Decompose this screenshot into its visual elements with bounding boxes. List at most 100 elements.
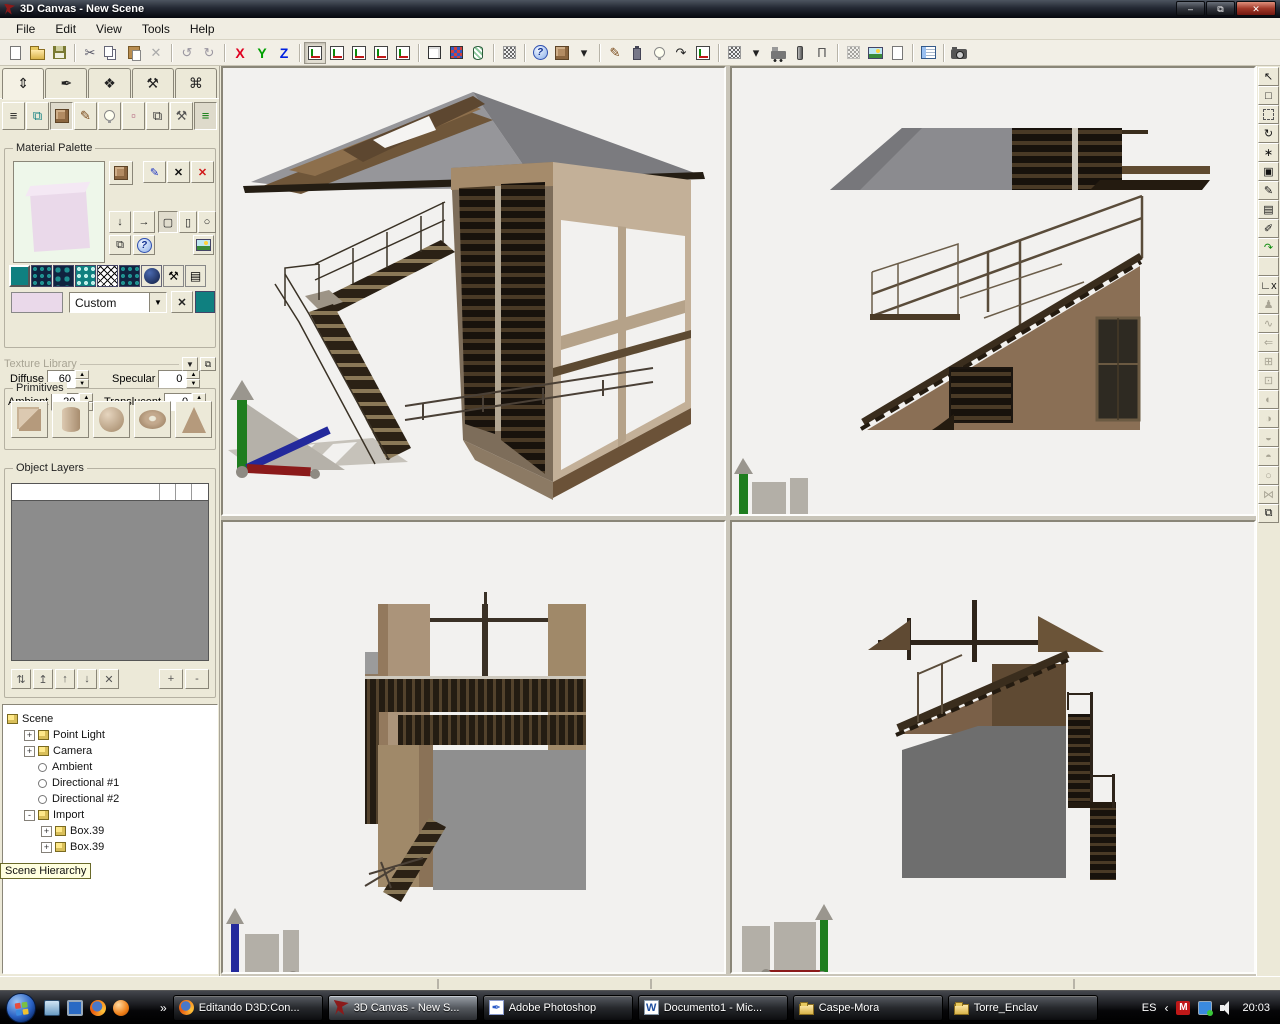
view-axis-front-icon[interactable] [304, 42, 326, 64]
tree-item-scene[interactable]: Scene [5, 711, 215, 727]
apply-material-button[interactable]: ✎ [143, 161, 166, 183]
menu-file[interactable]: File [6, 20, 45, 38]
group-select-tool[interactable]: ⊡ [1258, 371, 1279, 390]
show-desktop-icon[interactable] [44, 1000, 60, 1016]
expand-toggle[interactable]: + [24, 746, 35, 757]
eyedropper-tool[interactable]: ✐ [1258, 219, 1279, 238]
material-help-button[interactable]: ? [133, 235, 155, 255]
snapshot-camera-icon[interactable] [948, 42, 970, 64]
tree-item-box-39[interactable]: +Box.39 [5, 823, 215, 839]
swatch-navy-dots-2[interactable] [119, 265, 140, 287]
tree-item-directional-2[interactable]: Directional #2 [5, 791, 215, 807]
firefox-icon[interactable] [90, 1000, 106, 1016]
delete-preset-button[interactable]: ✕ [171, 291, 193, 313]
light-button[interactable] [98, 102, 121, 130]
expand-toggle[interactable]: + [24, 730, 35, 741]
paint-tool[interactable]: ✎ [1258, 181, 1279, 200]
calculator-icon[interactable] [136, 1000, 152, 1016]
y-axis-icon[interactable]: Y [251, 42, 273, 64]
fill-tool[interactable]: ▤ [1258, 200, 1279, 219]
quick-launch-overflow[interactable]: » [160, 1001, 167, 1015]
swatch-tools[interactable]: ⚒ [163, 265, 184, 287]
network-icon[interactable] [1198, 1001, 1212, 1015]
viewport-front[interactable] [221, 520, 726, 974]
bool-subtract-tool[interactable]: ◒ [1258, 428, 1279, 447]
viewport-right[interactable] [730, 66, 1256, 516]
primitive-torus-button[interactable] [134, 401, 171, 438]
paste-icon[interactable] [123, 42, 145, 64]
object-layers-header[interactable] [11, 483, 209, 501]
delete-layer-button[interactable]: ✕ [99, 669, 119, 689]
tree-item-directional-1[interactable]: Directional #1 [5, 775, 215, 791]
texture-fade-icon[interactable] [842, 42, 864, 64]
z-axis-icon[interactable]: Z [273, 42, 295, 64]
dropdown-arrow-icon[interactable]: ▼ [149, 293, 166, 312]
tree-item-camera[interactable]: +Camera [5, 743, 215, 759]
material-preset-dropdown[interactable]: Custom ▼ [69, 292, 167, 313]
table-view-icon[interactable] [917, 42, 939, 64]
shape-circle-button[interactable]: ○ [198, 211, 216, 233]
paint-brush-button[interactable]: ✎ [74, 102, 97, 130]
viewport-perspective[interactable] [221, 66, 726, 516]
shield-icon[interactable] [113, 1000, 129, 1016]
blank-tool[interactable] [1258, 257, 1279, 276]
curve-tool-icon[interactable]: ↷ [670, 42, 692, 64]
bool-union-tool[interactable]: ◐ [1258, 390, 1279, 409]
textured-cube-icon[interactable] [445, 42, 467, 64]
back-arrow-tool[interactable]: ⇐ [1258, 333, 1279, 352]
light-bulb-icon[interactable] [648, 42, 670, 64]
move-down-button[interactable]: ↓ [77, 669, 97, 689]
swatch-teal-dots[interactable] [75, 265, 96, 287]
shape-rounded-button[interactable]: ▯ [179, 211, 197, 233]
face-select-tool[interactable]: ▣ [1258, 162, 1279, 181]
tree-item-box-39[interactable]: +Box.39 [5, 839, 215, 855]
mcafee-icon[interactable]: M [1176, 1001, 1190, 1015]
tab-hierarchy[interactable]: ⌘ [175, 68, 217, 98]
menu-view[interactable]: View [86, 20, 132, 38]
add-layer-button[interactable]: + [159, 669, 183, 689]
open-file-icon[interactable] [26, 42, 48, 64]
redo-icon[interactable]: ↻ [198, 42, 220, 64]
delete-icon[interactable]: ✕ [145, 42, 167, 64]
rgb-axes-icon[interactable] [692, 42, 714, 64]
menu-edit[interactable]: Edit [45, 20, 86, 38]
cut-icon[interactable]: ✂ [79, 42, 101, 64]
figure-tool[interactable]: ♟ [1258, 295, 1279, 314]
save-file-icon[interactable] [48, 42, 70, 64]
import-layer-button[interactable]: ↥ [33, 669, 53, 689]
clear-material-button[interactable]: ✕ [167, 161, 190, 183]
expand-toggle[interactable]: + [41, 826, 52, 837]
texture-library-dropdown-icon[interactable]: ▼ [182, 357, 198, 371]
bool-exclude-tool[interactable]: ◓ [1258, 447, 1279, 466]
expand-toggle[interactable]: + [41, 842, 52, 853]
copy-icon[interactable] [101, 42, 123, 64]
taskbar-button-2[interactable]: ✒Adobe Photoshop [483, 995, 633, 1021]
column-icon[interactable] [789, 42, 811, 64]
wireframe-cube-icon[interactable] [423, 42, 445, 64]
material-image-button[interactable] [193, 235, 214, 255]
swatch-navy-dots-large[interactable] [53, 265, 74, 287]
specular-spinner[interactable]: 0▲▼ [158, 370, 200, 388]
tray-chevron-icon[interactable]: ‹ [1164, 1001, 1168, 1015]
start-button[interactable] [6, 993, 36, 1023]
swatch-navy-dots[interactable] [31, 265, 52, 287]
bench-icon[interactable]: Π [811, 42, 833, 64]
swatch-globe[interactable] [141, 265, 162, 287]
volume-icon[interactable] [1220, 1001, 1234, 1015]
tab-paint[interactable]: ✒ [45, 68, 87, 98]
textured-cylinder-icon[interactable] [467, 42, 489, 64]
secondary-color-swatch[interactable] [195, 291, 215, 313]
taskbar-button-0[interactable]: Editando D3D:Con... [173, 995, 323, 1021]
material-cube-button[interactable] [109, 161, 133, 185]
swatch-properties[interactable]: ▤ [185, 265, 206, 287]
material-cube-icon[interactable] [551, 42, 573, 64]
undo-icon[interactable]: ↺ [176, 42, 198, 64]
rotate-tool[interactable]: ↻ [1258, 124, 1279, 143]
minimize-button[interactable]: – [1176, 1, 1205, 16]
pattern-icon[interactable] [723, 42, 745, 64]
material-dropdown-icon[interactable]: ▾ [573, 42, 595, 64]
primitive-cylinder-button[interactable] [52, 401, 89, 438]
layer-copy-button[interactable]: ⧉ [26, 102, 49, 130]
view-axis-transparent-icon[interactable] [348, 42, 370, 64]
bowtie-tool[interactable]: ⋈ [1258, 485, 1279, 504]
